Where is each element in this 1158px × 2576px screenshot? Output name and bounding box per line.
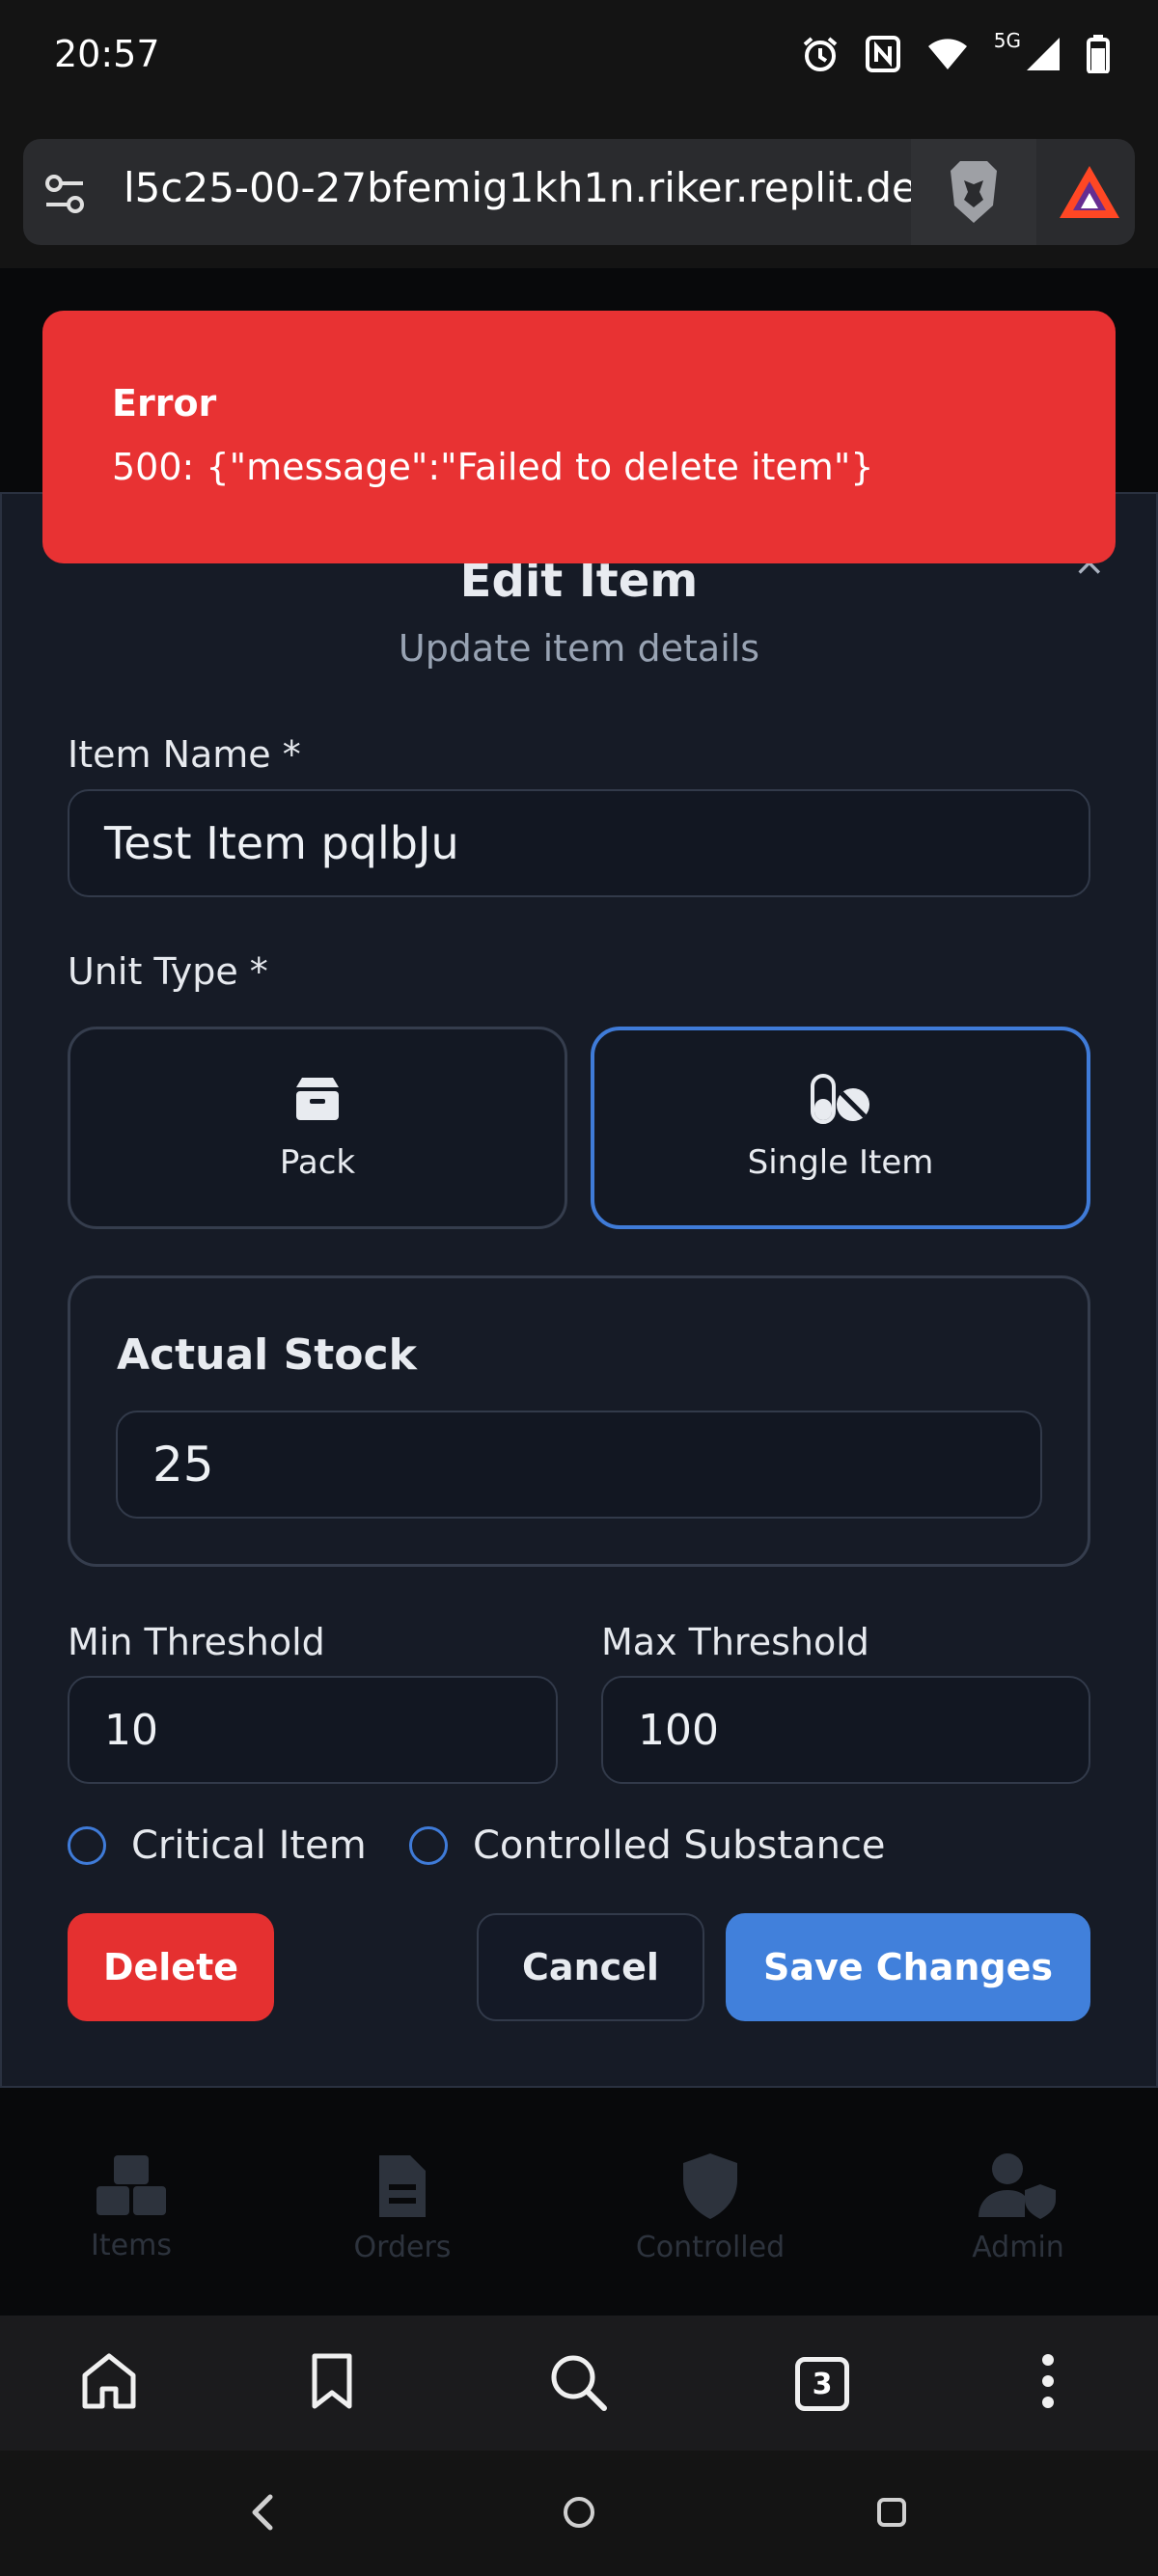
box-icon bbox=[296, 1078, 339, 1120]
battery-icon bbox=[1087, 35, 1110, 73]
brave-shields-icon[interactable] bbox=[911, 139, 1036, 245]
nfc-icon bbox=[865, 36, 900, 72]
nav-item-items[interactable]: Items bbox=[35, 2151, 228, 2262]
controlled-substance-label: Controlled Substance bbox=[473, 1823, 886, 1868]
nav-label-admin: Admin bbox=[972, 2231, 1064, 2264]
unit-type-pack-button[interactable]: Pack bbox=[68, 1027, 567, 1229]
actual-stock-input[interactable]: 25 bbox=[116, 1411, 1042, 1519]
url-text[interactable]: l5c25-00-27bfemig1kh1n.riker.replit.dev bbox=[124, 164, 915, 211]
toast-message: 500: {"message":"Failed to delete item"} bbox=[112, 446, 874, 488]
unit-type-label: Unit Type * bbox=[68, 950, 268, 993]
item-name-input[interactable]: Test Item pqlbJu bbox=[68, 789, 1090, 897]
document-icon bbox=[379, 2155, 426, 2217]
boxes-icon bbox=[96, 2155, 166, 2215]
cancel-button[interactable]: Cancel bbox=[477, 1913, 704, 2021]
alarm-icon bbox=[803, 37, 838, 71]
nav-label-items: Items bbox=[91, 2229, 172, 2262]
network-type: 5G bbox=[993, 29, 1021, 52]
brave-rewards-icon[interactable] bbox=[1058, 164, 1121, 220]
site-settings-icon[interactable] bbox=[41, 172, 89, 216]
item-name-label: Item Name * bbox=[68, 733, 301, 776]
critical-item-option[interactable]: Critical Item bbox=[68, 1823, 367, 1868]
bookmark-icon[interactable] bbox=[311, 2352, 353, 2410]
error-toast: Error 500: {"message":"Failed to delete … bbox=[42, 311, 1116, 563]
nav-label-controlled: Controlled bbox=[635, 2231, 786, 2264]
back-icon[interactable] bbox=[249, 2493, 274, 2532]
max-threshold-input[interactable]: 100 bbox=[601, 1676, 1090, 1784]
tab-count-button[interactable]: 3 bbox=[795, 2357, 849, 2411]
save-changes-button[interactable]: Save Changes bbox=[726, 1913, 1090, 2021]
nav-label-orders: Orders bbox=[353, 2231, 452, 2264]
signal-icon bbox=[1027, 38, 1060, 70]
url-bar[interactable]: l5c25-00-27bfemig1kh1n.riker.replit.dev bbox=[23, 139, 1135, 245]
wifi-icon bbox=[927, 39, 967, 69]
nav-item-orders[interactable]: Orders bbox=[306, 2151, 499, 2264]
pills-icon bbox=[811, 1074, 869, 1124]
browser-toolbar: l5c25-00-27bfemig1kh1n.riker.replit.dev bbox=[0, 116, 1158, 268]
max-threshold-label: Max Threshold bbox=[601, 1621, 869, 1663]
controlled-substance-checkbox[interactable] bbox=[409, 1826, 448, 1865]
user-shield-icon bbox=[979, 2153, 1056, 2219]
status-bar: 20:57 5G bbox=[0, 0, 1158, 116]
critical-item-label: Critical Item bbox=[131, 1823, 367, 1868]
min-threshold-label: Min Threshold bbox=[68, 1621, 325, 1663]
search-icon[interactable] bbox=[548, 2352, 608, 2412]
home-icon[interactable] bbox=[81, 2352, 137, 2410]
toast-title: Error bbox=[112, 382, 217, 425]
home-circle-icon[interactable] bbox=[562, 2495, 596, 2530]
min-threshold-input[interactable]: 10 bbox=[68, 1676, 558, 1784]
actual-stock-label: Actual Stock bbox=[117, 1330, 417, 1380]
unit-type-single-item-button[interactable]: Single Item bbox=[591, 1027, 1090, 1229]
controlled-substance-option[interactable]: Controlled Substance bbox=[409, 1823, 886, 1868]
browser-bottom-toolbar bbox=[0, 2316, 1158, 2451]
nav-item-controlled[interactable]: Controlled bbox=[614, 2151, 807, 2264]
dialog-subtitle: Update item details bbox=[398, 627, 760, 670]
shield-icon bbox=[683, 2153, 737, 2219]
delete-button[interactable]: Delete bbox=[68, 1913, 274, 2021]
system-nav-bar bbox=[0, 2451, 1158, 2576]
recents-icon[interactable] bbox=[876, 2497, 907, 2528]
more-menu-icon[interactable] bbox=[1038, 2352, 1058, 2410]
critical-item-checkbox[interactable] bbox=[68, 1826, 106, 1865]
unit-type-pack-label: Pack bbox=[279, 1143, 356, 1182]
app-bottom-nav: Items Orders Controlled Admin bbox=[0, 2094, 1158, 2316]
nav-item-admin[interactable]: Admin bbox=[922, 2151, 1115, 2264]
status-time: 20:57 bbox=[54, 33, 160, 75]
unit-type-single-item-label: Single Item bbox=[747, 1143, 934, 1182]
status-icons: 5G bbox=[801, 29, 1110, 73]
